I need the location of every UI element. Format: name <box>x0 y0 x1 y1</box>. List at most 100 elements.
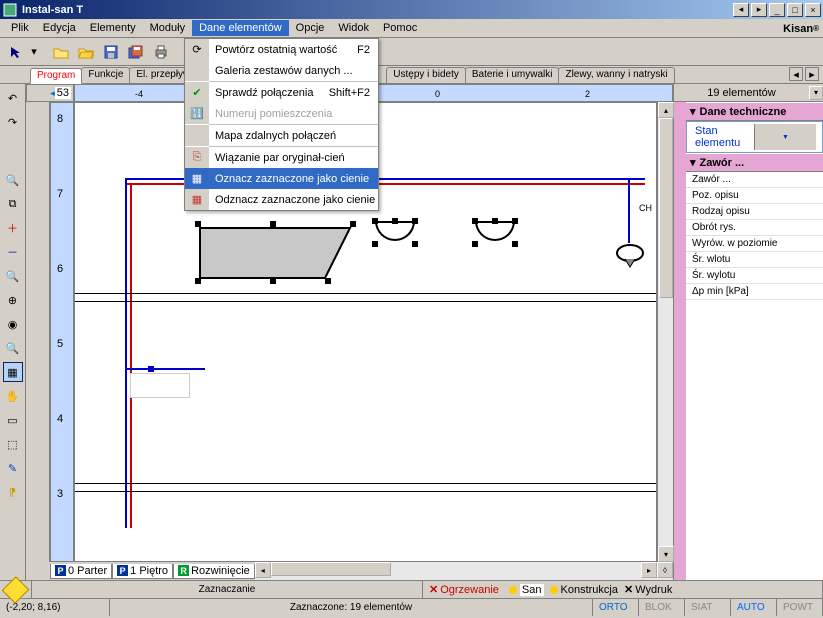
zoom-extent-icon[interactable]: ⊕ <box>3 290 23 310</box>
menu-widok[interactable]: Widok <box>331 20 376 36</box>
vertical-scrollbar[interactable]: ▴ ▾ <box>657 102 673 562</box>
tab-konstrukcja[interactable]: Konstrukcja <box>561 584 618 596</box>
menu-item-oznacz-cienie[interactable]: ▦Oznacz zaznaczone jako cienie <box>185 168 378 189</box>
prop-sr-wlotu[interactable]: Śr. wlotu <box>686 252 823 268</box>
select-rect-icon[interactable]: ▭ <box>3 410 23 430</box>
scroll-left-button[interactable]: ◂ <box>255 562 271 578</box>
pan-icon[interactable]: ✋ <box>3 386 23 406</box>
tab-zlewy[interactable]: Zlewy, wanny i natryski <box>558 67 674 83</box>
prop-obrot[interactable]: Obrót rys. <box>686 220 823 236</box>
menu-item-mapa[interactable]: Mapa zdalnych połączeń <box>185 125 378 146</box>
pencil-icon[interactable]: ✎ <box>3 458 23 478</box>
tab-parter[interactable]: P0 Parter <box>50 564 112 579</box>
tab-funkcje[interactable]: Funkcje <box>81 67 130 83</box>
section-dane-techniczne[interactable]: ▾Dane techniczne <box>686 102 823 121</box>
new-folder-icon[interactable] <box>49 41 72 63</box>
zoom-plus-icon[interactable]: ＋ <box>3 218 23 238</box>
branch-1[interactable] <box>125 368 205 370</box>
mode-blok[interactable]: BLOK <box>639 599 685 616</box>
save-all-icon[interactable] <box>124 41 147 63</box>
scroll-down-button[interactable]: ▾ <box>658 546 674 562</box>
pipe-drop[interactable] <box>628 178 630 243</box>
select-lasso-icon[interactable]: ⬚ <box>3 434 23 454</box>
fixture-box[interactable] <box>130 373 190 398</box>
close-wydruk[interactable]: ✕ <box>624 583 633 596</box>
status-warning-icon[interactable] <box>0 581 32 598</box>
scroll-h-thumb[interactable] <box>271 562 391 576</box>
dropper-icon[interactable]: ⁋ <box>3 482 23 502</box>
panel-header: 19 elementów ▾ <box>674 84 823 102</box>
zoom-all-icon[interactable]: ◉ <box>3 314 23 334</box>
prop-dp-min[interactable]: Δp min [kPa] <box>686 284 823 300</box>
stan-elementu-select[interactable]: Stan elementu▼ <box>686 121 823 153</box>
maximize-button[interactable]: □ <box>787 3 803 17</box>
label-ch: CH <box>639 203 652 213</box>
tabs-scroll-right[interactable]: ▸ <box>805 67 819 81</box>
scroll-right-button[interactable]: ▸ <box>641 562 657 578</box>
close-button[interactable]: × <box>805 3 821 17</box>
menu-moduly[interactable]: Moduły <box>143 20 192 36</box>
mode-siat[interactable]: SIAT <box>685 599 731 616</box>
zoom-in-icon[interactable]: 🔍 <box>3 170 23 190</box>
status-selection: Zaznaczone: 19 elementów <box>110 599 593 616</box>
zoom-prev-icon[interactable]: 🔍 <box>3 338 23 358</box>
tab-wydruk[interactable]: Wydruk <box>635 584 672 596</box>
pointer-dropdown[interactable]: ▾ <box>29 41 39 63</box>
zoom-fit-icon[interactable]: 🔍 <box>3 266 23 286</box>
pointer-tool[interactable] <box>4 41 27 63</box>
tab-baterie[interactable]: Baterie i umywalki <box>465 67 560 83</box>
element-tabs: Program Funkcje El. przepływ Ustępy i bi… <box>0 66 823 84</box>
grid-toggle[interactable]: ▦ <box>3 362 23 382</box>
prop-zawor[interactable]: Zawór ... <box>686 172 823 188</box>
menu-item-galeria[interactable]: Galeria zestawów danych ... <box>185 60 378 81</box>
tabs-scroll-left[interactable]: ◂ <box>789 67 803 81</box>
pipe-vert-1[interactable] <box>125 178 127 528</box>
save-icon[interactable] <box>99 41 122 63</box>
prop-rodzaj-opisu[interactable]: Rodzaj opisu <box>686 204 823 220</box>
menu-elementy[interactable]: Elementy <box>83 20 143 36</box>
menu-edycja[interactable]: Edycja <box>36 20 83 36</box>
bathtub[interactable] <box>195 223 355 283</box>
tab-program[interactable]: Program <box>30 68 82 84</box>
horizontal-scrollbar[interactable]: ◂ ▸ ◊ <box>255 562 673 580</box>
zoom-window-icon[interactable]: ⧉ <box>3 194 23 214</box>
panel-dropdown-button[interactable]: ▾ <box>809 86 823 100</box>
tab-san[interactable]: San <box>520 584 544 596</box>
prop-poz-opisu[interactable]: Poz. opisu <box>686 188 823 204</box>
sink-1[interactable] <box>375 221 415 241</box>
menu-dane-elementow[interactable]: Dane elementów <box>192 20 289 36</box>
tab-rozwiniecie[interactable]: RRozwinięcie <box>173 564 255 579</box>
pipe-vert-2[interactable] <box>130 183 132 528</box>
vertical-ruler[interactable]: 8 7 6 5 4 3 <box>50 102 74 562</box>
menu-pomoc[interactable]: Pomoc <box>376 20 424 36</box>
dock-left-button[interactable]: ◂ <box>733 3 749 17</box>
mode-orto[interactable]: ORTO <box>593 599 639 616</box>
menu-item-wiazanie[interactable]: ⎘Wiązanie par oryginał-cień <box>185 147 378 168</box>
minimize-button[interactable]: _ <box>769 3 785 17</box>
section-zawor[interactable]: ▾Zawór ... <box>686 153 823 172</box>
redo-icon[interactable]: ↷ <box>3 112 23 132</box>
sink-2[interactable] <box>475 221 515 241</box>
dock-right-button[interactable]: ▸ <box>751 3 767 17</box>
undo-icon[interactable]: ↶ <box>3 88 23 108</box>
menu-item-sprawdz[interactable]: ✔Sprawdź połączeniaShift+F2 <box>185 82 378 103</box>
menu-plik[interactable]: Plik <box>4 20 36 36</box>
scroll-v-thumb[interactable] <box>659 118 673 298</box>
menu-item-powtorz[interactable]: ⟳Powtórz ostatnią wartośćF2 <box>185 39 378 60</box>
close-ogrzewanie[interactable]: ✕ <box>429 583 438 596</box>
menu-item-odznacz-cienie[interactable]: ▦Odznacz zaznaczone jako cienie <box>185 189 378 210</box>
open-icon[interactable] <box>74 41 97 63</box>
tab-ogrzewanie[interactable]: Ogrzewanie <box>440 584 499 596</box>
mode-auto[interactable]: AUTO <box>731 599 777 616</box>
wc-fixture[interactable] <box>615 243 645 269</box>
panel-stripe <box>674 102 686 580</box>
tab-ustepy[interactable]: Ustępy i bidety <box>386 67 466 83</box>
prop-sr-wylotu[interactable]: Śr. wylotu <box>686 268 823 284</box>
scroll-up-button[interactable]: ▴ <box>658 102 674 118</box>
prop-wyrow[interactable]: Wyrów. w poziomie <box>686 236 823 252</box>
menu-opcje[interactable]: Opcje <box>289 20 332 36</box>
tab-pietro[interactable]: P1 Piętro <box>112 564 173 579</box>
mode-powt[interactable]: POWT <box>777 599 823 616</box>
print-icon[interactable] <box>149 41 172 63</box>
zoom-minus-icon[interactable]: － <box>3 242 23 262</box>
